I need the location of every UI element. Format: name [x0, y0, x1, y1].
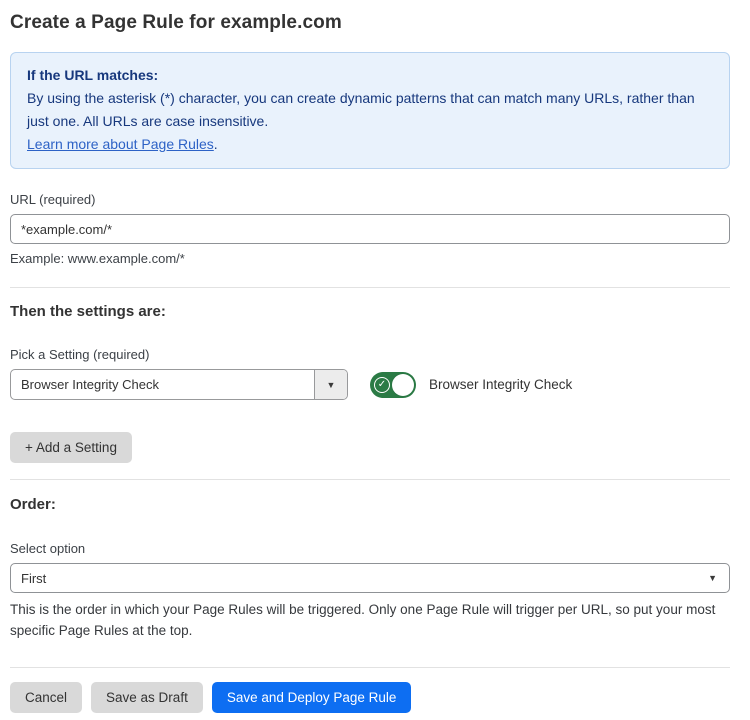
- info-box-link-line: Learn more about Page Rules.: [27, 133, 713, 156]
- divider: [10, 667, 730, 668]
- toggle-knob: [392, 374, 414, 396]
- save-deploy-button[interactable]: Save and Deploy Page Rule: [212, 682, 412, 713]
- order-heading: Order:: [10, 496, 730, 513]
- pick-setting-label: Pick a Setting (required): [10, 347, 730, 362]
- setting-toggle[interactable]: ✓: [370, 372, 416, 398]
- info-box-body: By using the asterisk (*) character, you…: [27, 87, 713, 133]
- settings-heading: Then the settings are:: [10, 303, 730, 320]
- learn-more-link[interactable]: Learn more about Page Rules: [27, 136, 214, 152]
- order-select-label: Select option: [10, 541, 730, 556]
- info-box-heading: If the URL matches:: [27, 64, 713, 87]
- cancel-button[interactable]: Cancel: [10, 682, 82, 713]
- order-helper-text: This is the order in which your Page Rul…: [10, 599, 730, 641]
- setting-select[interactable]: Browser Integrity Check ▼: [10, 369, 348, 400]
- divider: [10, 287, 730, 288]
- url-example-helper: Example: www.example.com/*: [10, 251, 730, 266]
- footer-actions: Cancel Save as Draft Save and Deploy Pag…: [10, 682, 730, 713]
- divider: [10, 479, 730, 480]
- url-input[interactable]: [10, 214, 730, 244]
- chevron-down-icon[interactable]: ▼: [314, 370, 347, 399]
- url-label: URL (required): [10, 192, 730, 207]
- chevron-down-icon: ▼: [708, 573, 717, 583]
- toggle-label: Browser Integrity Check: [429, 377, 572, 392]
- check-icon: ✓: [374, 377, 390, 393]
- order-select-value: First: [21, 571, 46, 586]
- add-setting-button[interactable]: + Add a Setting: [10, 432, 132, 463]
- url-match-info-box: If the URL matches: By using the asteris…: [10, 52, 730, 169]
- link-suffix: .: [214, 136, 218, 152]
- page-rule-form: Create a Page Rule for example.com If th…: [0, 0, 750, 713]
- order-select[interactable]: First ▼: [10, 563, 730, 593]
- save-draft-button[interactable]: Save as Draft: [91, 682, 203, 713]
- setting-row: Browser Integrity Check ▼ ✓ Browser Inte…: [10, 369, 730, 400]
- page-title: Create a Page Rule for example.com: [10, 12, 730, 34]
- setting-select-value: Browser Integrity Check: [11, 370, 314, 399]
